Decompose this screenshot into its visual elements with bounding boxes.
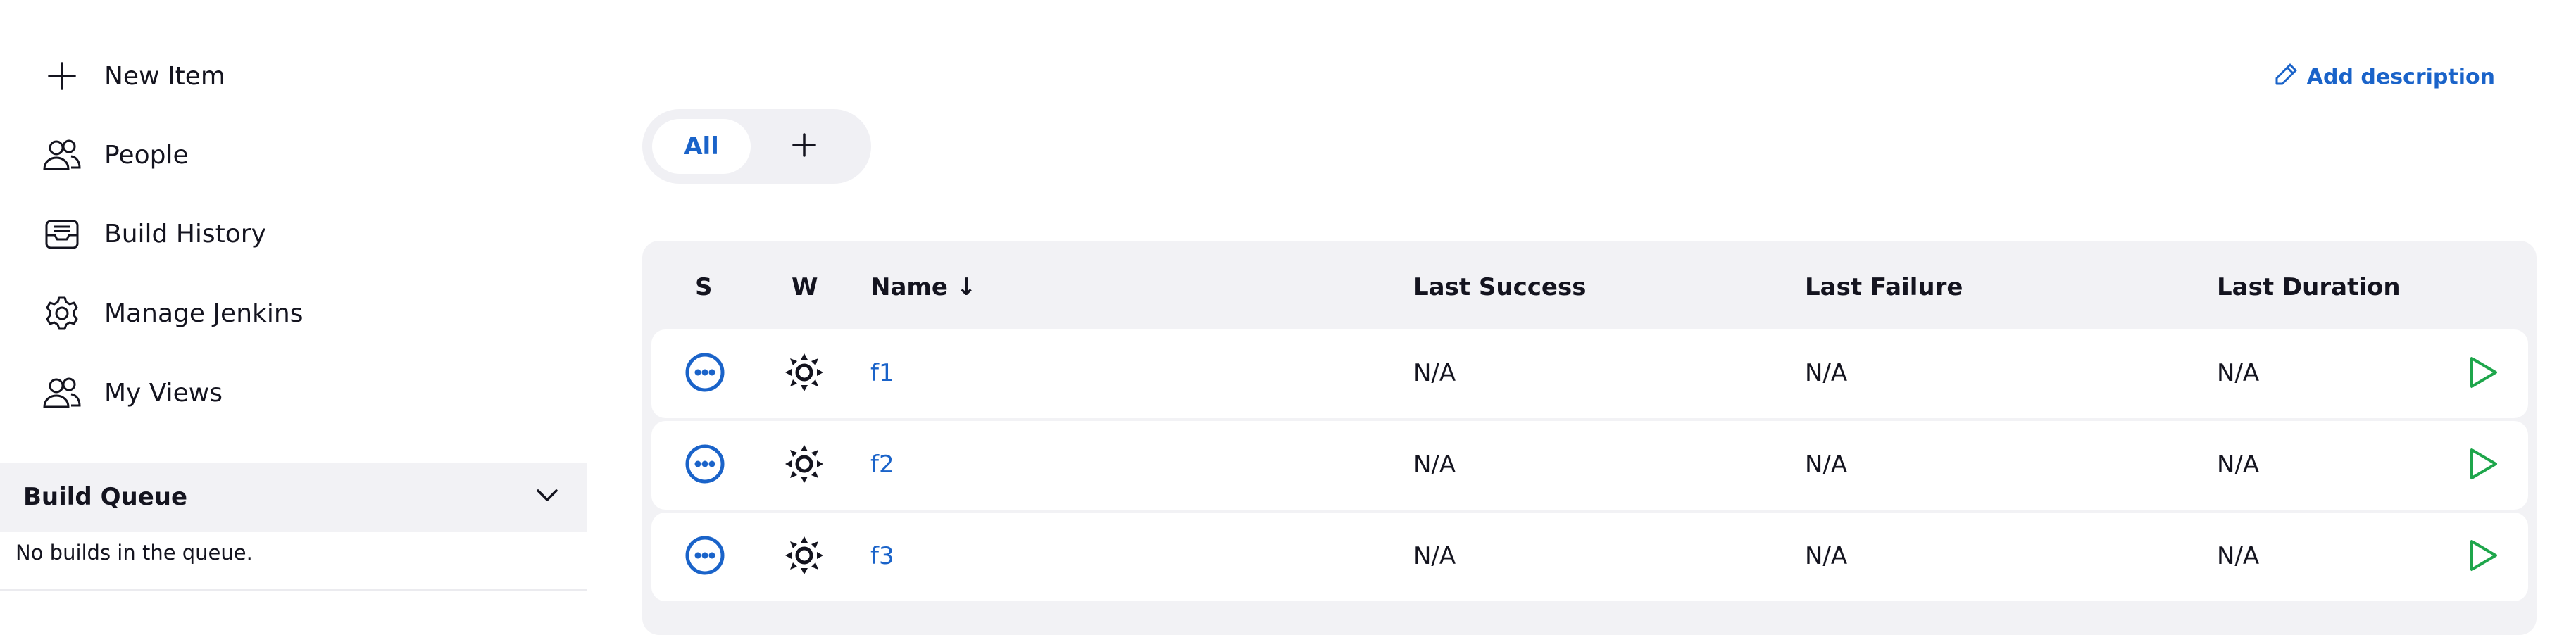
sidebar-item-new-item[interactable]: New Item — [41, 41, 225, 111]
sidebar-item-label: New Item — [104, 61, 225, 91]
job-link[interactable]: f1 — [870, 359, 894, 387]
pencil-icon — [2275, 62, 2299, 92]
sidebar-item-label: Manage Jenkins — [104, 298, 304, 328]
weather-sunny-icon — [784, 352, 825, 399]
last-success-value: N/A — [1413, 451, 1456, 479]
status-icon — [684, 535, 725, 582]
people-icon — [41, 372, 83, 414]
sidebar-item-label: People — [104, 140, 189, 170]
column-header-status[interactable]: S — [695, 273, 713, 301]
last-duration-value: N/A — [2217, 359, 2260, 387]
view-tabs: All — [642, 109, 871, 184]
last-failure-value: N/A — [1805, 359, 1848, 387]
status-icon — [684, 352, 725, 399]
last-duration-value: N/A — [2217, 542, 2260, 570]
build-queue-empty-text: No builds in the queue. — [15, 541, 253, 565]
sidebar-item-label: Build History — [104, 219, 266, 249]
last-success-value: N/A — [1413, 359, 1456, 387]
add-view-button[interactable] — [783, 125, 825, 168]
play-icon[interactable] — [2466, 538, 2500, 579]
table-row: f1 N/A N/A N/A — [651, 329, 2528, 418]
weather-sunny-icon — [784, 535, 825, 582]
sidebar: New Item People Build History Manage Jen… — [0, 0, 587, 611]
last-failure-value: N/A — [1805, 542, 1848, 570]
last-failure-value: N/A — [1805, 451, 1848, 479]
job-link[interactable]: f2 — [870, 451, 894, 479]
divider — [0, 589, 587, 591]
job-link[interactable]: f3 — [870, 542, 894, 570]
last-duration-value: N/A — [2217, 451, 2260, 479]
people-icon — [41, 134, 83, 176]
weather-sunny-icon — [784, 444, 825, 491]
play-icon[interactable] — [2466, 355, 2500, 396]
sidebar-item-manage-jenkins[interactable]: Manage Jenkins — [41, 278, 303, 348]
sidebar-item-label: My Views — [104, 378, 223, 408]
table-row: f3 N/A N/A N/A — [651, 513, 2528, 601]
column-header-weather[interactable]: W — [792, 273, 818, 301]
status-icon — [684, 444, 725, 491]
add-description-label: Add description — [2306, 64, 2495, 89]
add-description-link[interactable]: Add description — [2275, 62, 2495, 92]
last-success-value: N/A — [1413, 542, 1456, 570]
column-header-name[interactable]: Name ↓ — [870, 273, 976, 301]
column-header-last-failure[interactable]: Last Failure — [1805, 273, 1963, 301]
inbox-icon — [41, 213, 83, 255]
tab-all[interactable]: All — [652, 119, 751, 174]
column-header-last-success[interactable]: Last Success — [1413, 273, 1586, 301]
play-icon[interactable] — [2466, 446, 2500, 488]
plus-icon — [792, 132, 817, 161]
build-queue-title: Build Queue — [23, 483, 188, 511]
table-row: f2 N/A N/A N/A — [651, 421, 2528, 510]
chevron-down-icon[interactable] — [535, 488, 559, 506]
sidebar-item-people[interactable]: People — [41, 120, 189, 190]
build-queue-header[interactable]: Build Queue — [0, 463, 587, 532]
sidebar-item-my-views[interactable]: My Views — [41, 358, 223, 428]
gear-icon — [41, 292, 83, 334]
plus-icon — [41, 55, 83, 97]
column-header-last-duration[interactable]: Last Duration — [2217, 273, 2401, 301]
sidebar-item-build-history[interactable]: Build History — [41, 199, 266, 269]
